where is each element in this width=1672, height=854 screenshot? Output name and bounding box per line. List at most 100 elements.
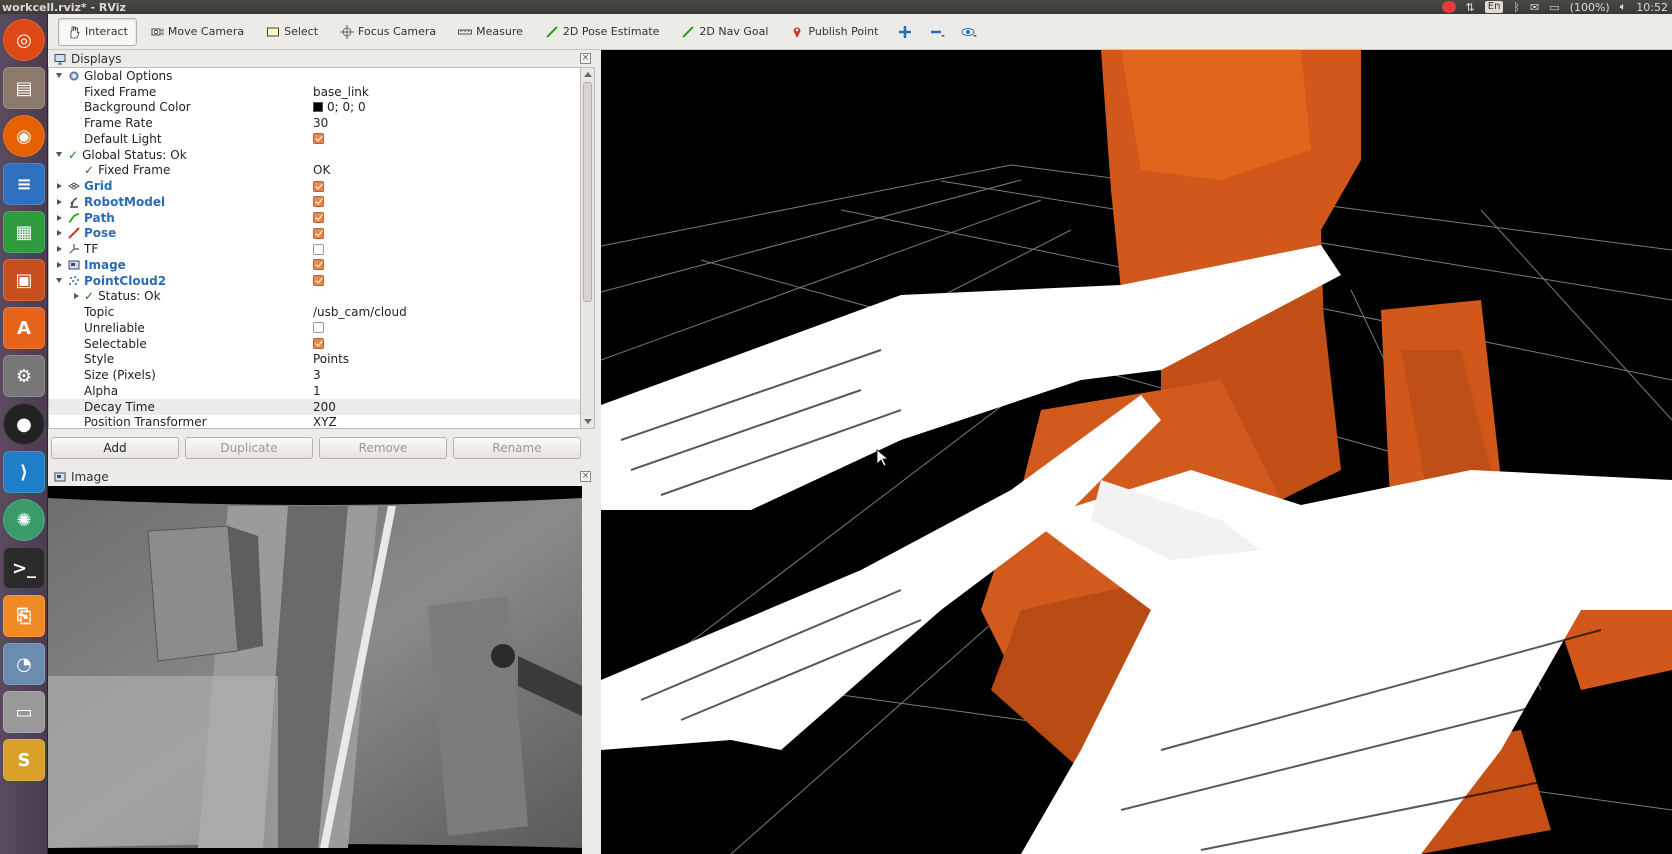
tree-row-position-transformer[interactable]: Position Transformer XYZ bbox=[49, 415, 580, 428]
clock[interactable]: 10:52 bbox=[1636, 1, 1668, 14]
pointcloud2-checkbox[interactable] bbox=[313, 275, 324, 287]
tree-row-grid[interactable]: Grid bbox=[49, 178, 580, 194]
firefox-icon[interactable]: ◉ bbox=[3, 115, 45, 157]
image-checkbox[interactable] bbox=[313, 259, 324, 271]
tree-row-pose[interactable]: Pose bbox=[49, 226, 580, 242]
fixed-frame-value[interactable]: base_link bbox=[313, 85, 369, 99]
collapse-arrow-icon[interactable] bbox=[57, 183, 62, 190]
style-value[interactable]: Points bbox=[313, 352, 349, 366]
interact-tool[interactable]: Interact bbox=[58, 17, 137, 46]
pdf-icon[interactable]: ⎘ bbox=[3, 595, 45, 637]
tree-row-pointcloud-status[interactable]: ✓ Status: Ok bbox=[49, 289, 580, 305]
duplicate-button[interactable]: Duplicate bbox=[185, 437, 313, 459]
disk-icon[interactable]: ▭ bbox=[3, 691, 45, 733]
collapse-arrow-icon[interactable] bbox=[57, 214, 62, 221]
collapse-arrow-icon[interactable] bbox=[57, 198, 62, 205]
calc-icon[interactable]: ▦ bbox=[3, 211, 45, 253]
tree-row-style[interactable]: Style Points bbox=[49, 352, 580, 368]
decay-time-value[interactable]: 200 bbox=[313, 400, 336, 414]
remove-button[interactable]: Remove bbox=[319, 437, 447, 459]
collapse-arrow-icon[interactable] bbox=[74, 293, 79, 300]
view-options-button[interactable] bbox=[955, 18, 983, 46]
camera-image bbox=[48, 486, 582, 854]
eye-icon[interactable]: ◔ bbox=[3, 643, 45, 685]
tree-row-global-options[interactable]: Global Options bbox=[49, 68, 580, 84]
publish-point-tool[interactable]: Publish Point bbox=[781, 18, 887, 46]
pose-estimate-tool[interactable]: 2D Pose Estimate bbox=[536, 18, 669, 46]
software-center-icon[interactable]: A bbox=[3, 307, 45, 349]
tree-row-size[interactable]: Size (Pixels) 3 bbox=[49, 367, 580, 383]
github-icon[interactable]: ● bbox=[3, 403, 45, 445]
writer-icon[interactable]: ≡ bbox=[3, 163, 45, 205]
keyboard-language[interactable]: En bbox=[1484, 1, 1504, 13]
collapse-arrow-icon[interactable] bbox=[57, 261, 62, 268]
network-icon[interactable]: ⇅ bbox=[1466, 1, 1475, 14]
volume-icon[interactable]: 🔈︎ bbox=[1620, 0, 1627, 14]
ubuntu-dash-icon[interactable]: ◎ bbox=[3, 19, 45, 61]
3d-render-view[interactable] bbox=[601, 50, 1672, 854]
position-transformer-value[interactable]: XYZ bbox=[313, 415, 337, 428]
sublime-icon[interactable]: S bbox=[3, 739, 45, 781]
background-color-value[interactable]: 0; 0; 0 bbox=[313, 100, 366, 114]
tree-row-background-color[interactable]: Background Color 0; 0; 0 bbox=[49, 100, 580, 116]
scroll-up-icon[interactable] bbox=[584, 72, 592, 77]
frame-rate-value[interactable]: 30 bbox=[313, 116, 328, 130]
pose-checkbox[interactable] bbox=[313, 227, 324, 239]
focus-camera-tool[interactable]: Focus Camera bbox=[331, 18, 445, 46]
collapse-arrow-icon[interactable] bbox=[57, 246, 62, 253]
remove-tool-button[interactable] bbox=[923, 18, 951, 46]
move-camera-tool[interactable]: Move Camera bbox=[141, 18, 253, 46]
vscode-icon[interactable]: ⟩ bbox=[3, 451, 45, 493]
tree-row-selectable[interactable]: Selectable bbox=[49, 336, 580, 352]
tree-row-pointcloud2[interactable]: PointCloud2 bbox=[49, 273, 580, 289]
record-icon[interactable] bbox=[1441, 1, 1456, 13]
tree-row-image[interactable]: Image bbox=[49, 257, 580, 273]
collapse-arrow-icon[interactable] bbox=[57, 230, 62, 237]
tree-row-default-light[interactable]: Default Light bbox=[49, 131, 580, 147]
tf-checkbox[interactable] bbox=[313, 243, 324, 255]
tree-row-tf[interactable]: TF bbox=[49, 241, 580, 257]
grid-checkbox[interactable] bbox=[313, 180, 324, 192]
settings-icon[interactable]: ⚙ bbox=[3, 355, 45, 397]
unreliable-checkbox[interactable] bbox=[313, 322, 324, 334]
displays-close-button[interactable]: × bbox=[580, 53, 591, 64]
tree-row-robotmodel[interactable]: RobotModel bbox=[49, 194, 580, 210]
tree-row-fixed-frame[interactable]: Fixed Frame base_link bbox=[49, 84, 580, 100]
rename-button[interactable]: Rename bbox=[453, 437, 581, 459]
files-icon[interactable]: ▤ bbox=[3, 67, 45, 109]
size-value[interactable]: 3 bbox=[313, 368, 321, 382]
expand-arrow-icon[interactable] bbox=[56, 73, 62, 79]
impress-icon[interactable]: ▣ bbox=[3, 259, 45, 301]
default-light-checkbox[interactable] bbox=[313, 133, 324, 145]
tree-row-path[interactable]: Path bbox=[49, 210, 580, 226]
add-button[interactable]: Add bbox=[51, 437, 179, 459]
measure-tool[interactable]: Measure bbox=[449, 18, 532, 46]
tree-row-topic[interactable]: Topic /usb_cam/cloud bbox=[49, 304, 580, 320]
bluetooth-icon[interactable]: ᛒ bbox=[1513, 1, 1520, 14]
nav-goal-tool[interactable]: 2D Nav Goal bbox=[672, 18, 777, 46]
alpha-value[interactable]: 1 bbox=[313, 384, 321, 398]
image-close-button[interactable]: × bbox=[580, 471, 591, 482]
atom-icon[interactable]: ✺ bbox=[3, 499, 45, 541]
selectable-checkbox[interactable] bbox=[313, 338, 324, 350]
add-tool-button[interactable] bbox=[891, 18, 919, 46]
tree-row-frame-rate[interactable]: Frame Rate 30 bbox=[49, 115, 580, 131]
expand-arrow-icon[interactable] bbox=[56, 278, 62, 284]
battery-icon[interactable]: ▭ bbox=[1549, 1, 1559, 14]
scroll-thumb[interactable] bbox=[583, 82, 592, 302]
tree-row-decay-time[interactable]: Decay Time 200 bbox=[49, 398, 580, 415]
scroll-down-icon[interactable] bbox=[584, 419, 592, 424]
topic-value[interactable]: /usb_cam/cloud bbox=[313, 305, 407, 319]
select-tool[interactable]: Select bbox=[257, 18, 327, 46]
terminal-icon[interactable]: >_ bbox=[3, 547, 45, 589]
mail-icon[interactable]: ✉ bbox=[1530, 1, 1539, 14]
expand-arrow-icon[interactable] bbox=[56, 152, 62, 158]
path-checkbox[interactable] bbox=[313, 212, 324, 224]
tree-row-unreliable[interactable]: Unreliable bbox=[49, 320, 580, 336]
tree-row-status-fixed-frame[interactable]: ✓ Fixed Frame OK bbox=[49, 163, 580, 179]
scene-canvas[interactable] bbox=[601, 50, 1672, 854]
robotmodel-checkbox[interactable] bbox=[313, 196, 324, 208]
displays-scrollbar[interactable] bbox=[581, 67, 595, 429]
tree-row-alpha[interactable]: Alpha 1 bbox=[49, 383, 580, 399]
tree-row-global-status[interactable]: ✓ Global Status: Ok bbox=[49, 147, 580, 163]
